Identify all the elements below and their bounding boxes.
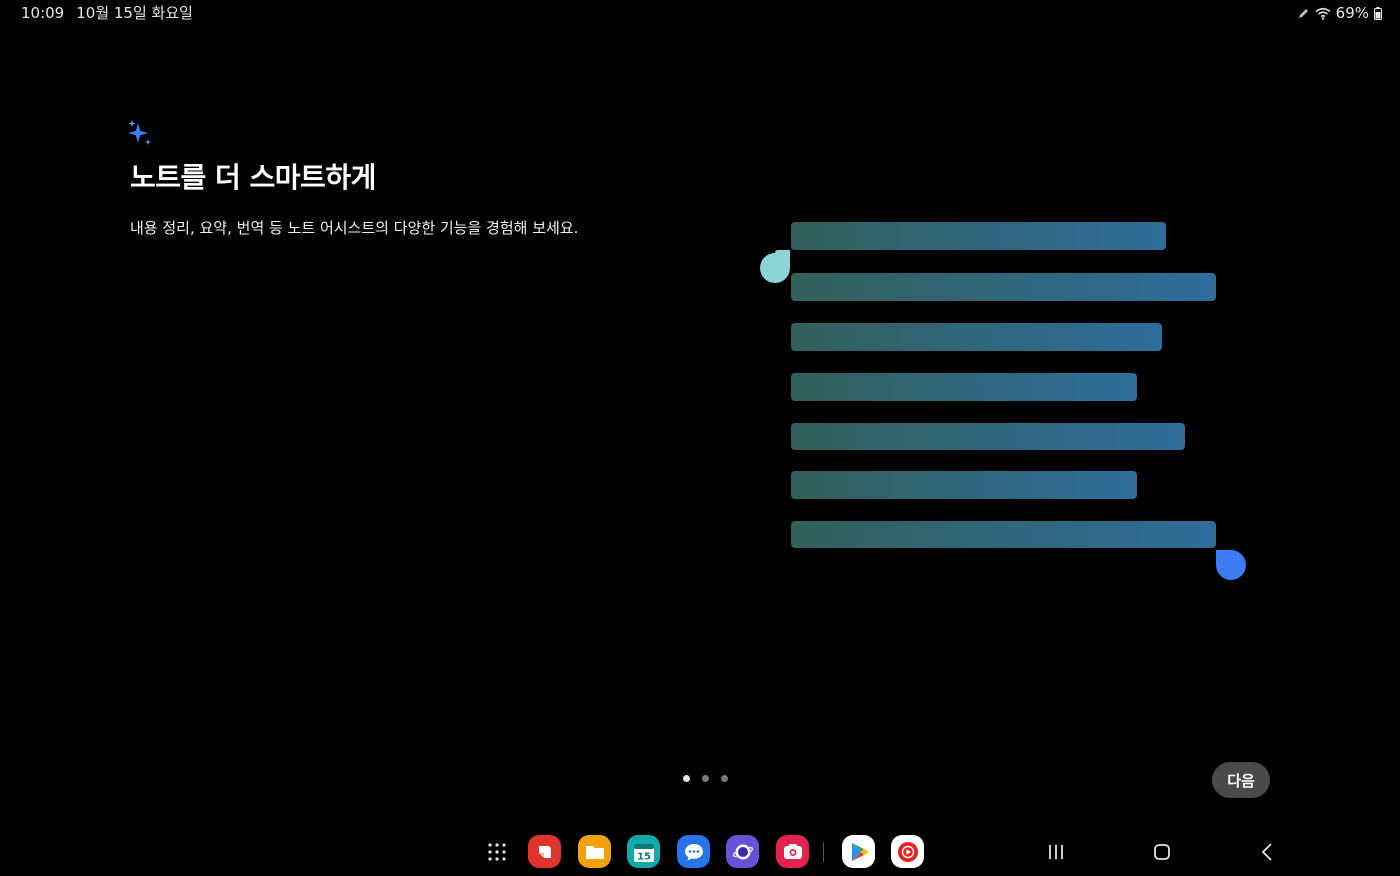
recents-icon[interactable] [1044, 840, 1068, 864]
my-files-icon[interactable] [578, 835, 611, 868]
page-title: 노트를 더 스마트하게 [130, 161, 376, 194]
calendar-icon[interactable]: 15 [627, 835, 660, 868]
text-line-7 [791, 521, 1216, 548]
home-icon[interactable] [1150, 840, 1174, 864]
next-button[interactable]: 다음 [1212, 762, 1270, 798]
page-dot-3 [721, 775, 728, 782]
battery-icon [1374, 6, 1382, 20]
pen-icon [1298, 8, 1308, 18]
page-dot-1 [683, 775, 690, 782]
calendar-date-label: 15 [637, 851, 651, 862]
status-date: 10월 15일 화요일 [76, 4, 193, 22]
youtube-music-icon[interactable] [891, 835, 924, 868]
page-indicator [683, 775, 728, 782]
messages-icon[interactable] [677, 835, 710, 868]
page-dot-2 [702, 775, 709, 782]
samsung-notes-icon[interactable] [528, 835, 561, 868]
samsung-internet-icon[interactable] [726, 835, 759, 868]
selection-start-handle [760, 250, 790, 283]
play-store-icon[interactable] [842, 835, 875, 868]
text-line-6 [791, 471, 1137, 499]
text-selection-illustration [760, 222, 1246, 580]
back-icon[interactable] [1256, 840, 1280, 864]
page-subtitle: 내용 정리, 요약, 번역 등 노트 어시스트의 다양한 기능을 경험해 보세요… [130, 219, 579, 237]
wifi-icon [1315, 7, 1331, 20]
text-line-5 [791, 423, 1185, 450]
battery-percent: 69% [1335, 4, 1369, 22]
status-time: 10:09 [21, 4, 65, 22]
text-line-2 [791, 273, 1216, 301]
status-bar-right: 69% [1297, 3, 1382, 23]
text-line-3 [791, 323, 1162, 351]
apps-grid-icon[interactable] [487, 842, 507, 862]
status-bar-left: 10:09 10월 15일 화요일 [21, 3, 193, 23]
note-assist-intro-screen: 10:09 10월 15일 화요일 69% 노트를 더 스마트하게 내용 정리,… [0, 0, 1400, 876]
text-line-4 [791, 373, 1137, 401]
screen-recorder-icon[interactable] [776, 835, 809, 868]
text-line-1 [791, 222, 1166, 250]
sparkle-icon [128, 120, 151, 145]
taskbar-divider [823, 842, 824, 862]
selection-end-handle [1216, 550, 1246, 580]
